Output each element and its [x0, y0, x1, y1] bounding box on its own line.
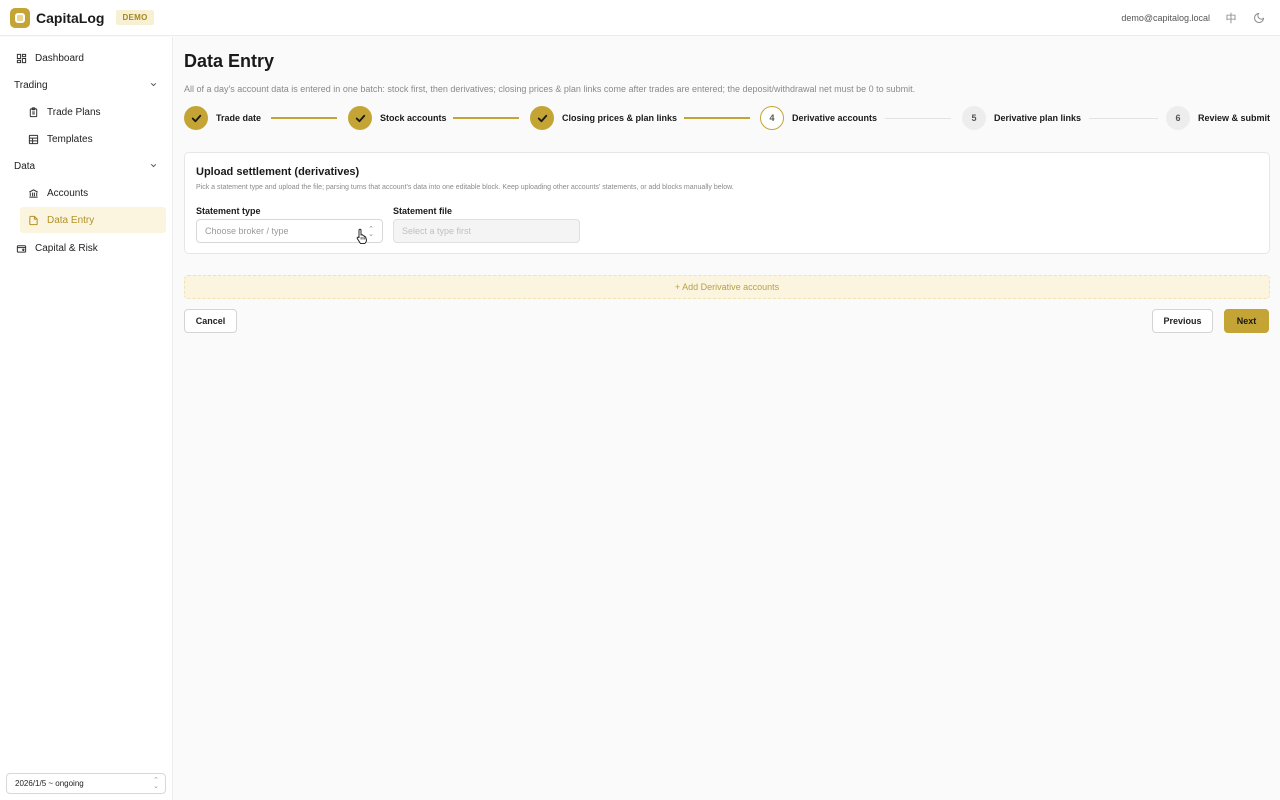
step-connector	[684, 117, 750, 119]
step-trade-date[interactable]: Trade date	[184, 106, 261, 130]
sidebar-item-label: Capital & Risk	[35, 242, 98, 254]
language-icon[interactable]: 中	[1224, 11, 1238, 25]
sidebar-group-trading[interactable]: Trading	[8, 73, 166, 97]
card-description: Pick a statement type and upload the fil…	[196, 184, 734, 191]
step-label: Trade date	[216, 113, 262, 123]
document-edit-icon	[26, 213, 40, 227]
step-review-submit[interactable]: 6 Review & submit	[1166, 106, 1270, 130]
chevron-down-icon	[149, 80, 158, 91]
logo-icon	[10, 7, 30, 28]
sidebar-group-data[interactable]: Data	[8, 154, 166, 178]
statement-file-placeholder: Select a type first	[402, 226, 472, 236]
period-value: 2026/1/5 ~ ongoing	[15, 779, 84, 788]
moon-icon[interactable]	[1252, 11, 1266, 25]
wallet-icon	[14, 241, 28, 255]
period-select[interactable]: 2026/1/5 ~ ongoing ⌃ ⌄	[6, 773, 166, 794]
check-icon	[530, 106, 554, 130]
hand-cursor-icon	[356, 228, 367, 244]
check-icon	[348, 106, 372, 130]
sidebar-item-dashboard[interactable]: Dashboard	[8, 45, 166, 71]
page-description: All of a day's account data is entered i…	[184, 84, 916, 94]
statement-file-label: Statement file	[393, 206, 453, 216]
page-title: Data Entry	[184, 51, 275, 71]
step-number: 6	[1166, 106, 1190, 130]
top-bar: CapitaLog DEMO demo@capitalog.local 中	[0, 0, 1280, 36]
sidebar: Dashboard Trading Trade Plans Templates …	[0, 37, 173, 800]
step-label: Stock accounts	[380, 113, 447, 123]
next-button[interactable]: Next	[1224, 309, 1269, 333]
step-label: Closing prices & plan links	[562, 113, 678, 123]
select-arrows-icon: ⌃ ⌄	[153, 777, 159, 790]
step-stock-accounts[interactable]: Stock accounts	[348, 106, 447, 130]
step-label: Review & submit	[1198, 113, 1271, 123]
sidebar-item-label: Trade Plans	[47, 106, 101, 118]
dashboard-icon	[14, 51, 28, 65]
step-closing-prices[interactable]: Closing prices & plan links	[530, 106, 677, 130]
step-label: Derivative accounts	[792, 113, 878, 123]
sidebar-item-data-entry[interactable]: Data Entry	[20, 207, 166, 233]
step-connector	[271, 117, 337, 119]
step-connector	[453, 117, 519, 119]
sidebar-item-label: Templates	[47, 133, 93, 145]
template-icon	[26, 132, 40, 146]
sidebar-item-label: Data Entry	[47, 214, 95, 226]
step-connector	[885, 118, 951, 119]
demo-badge: DEMO	[116, 10, 154, 25]
sidebar-group-label: Data	[14, 160, 36, 172]
clipboard-icon	[26, 105, 40, 119]
sidebar-item-templates[interactable]: Templates	[20, 126, 166, 152]
statement-file-input[interactable]: Select a type first	[393, 219, 580, 243]
sidebar-item-label: Dashboard	[35, 52, 84, 64]
step-derivative-plan-links[interactable]: 5 Derivative plan links	[962, 106, 1081, 130]
sidebar-item-trade-plans[interactable]: Trade Plans	[20, 99, 166, 125]
step-number: 5	[962, 106, 986, 130]
sidebar-item-accounts[interactable]: Accounts	[20, 180, 166, 206]
chevron-down-icon	[149, 161, 158, 172]
sidebar-item-capital-risk[interactable]: Capital & Risk	[8, 235, 166, 261]
card-title: Upload settlement (derivatives)	[196, 166, 360, 178]
cancel-button[interactable]: Cancel	[184, 309, 237, 333]
step-label: Derivative plan links	[994, 113, 1082, 123]
statement-type-placeholder: Choose broker / type	[205, 226, 289, 236]
step-connector	[1089, 118, 1158, 119]
bank-icon	[26, 186, 40, 200]
add-derivative-accounts-button[interactable]: + Add Derivative accounts	[184, 275, 1270, 299]
upload-settlement-card: Upload settlement (derivatives) Pick a s…	[184, 152, 1270, 254]
main-content: Data Entry All of a day's account data i…	[174, 37, 1280, 800]
sidebar-group-label: Trading	[14, 79, 48, 91]
check-icon	[184, 106, 208, 130]
select-arrows-icon: ⌃ ⌄	[368, 226, 374, 238]
statement-type-label: Statement type	[196, 206, 261, 216]
step-derivative-accounts[interactable]: 4 Derivative accounts	[760, 106, 877, 130]
statement-type-select[interactable]: Choose broker / type ⌃ ⌄	[196, 219, 383, 243]
user-email[interactable]: demo@capitalog.local	[1121, 13, 1210, 23]
app-name: CapitaLog	[36, 9, 105, 26]
step-number: 4	[760, 106, 784, 130]
previous-button[interactable]: Previous	[1152, 309, 1213, 333]
sidebar-item-label: Accounts	[47, 187, 89, 199]
brand[interactable]: CapitaLog DEMO	[10, 7, 154, 28]
